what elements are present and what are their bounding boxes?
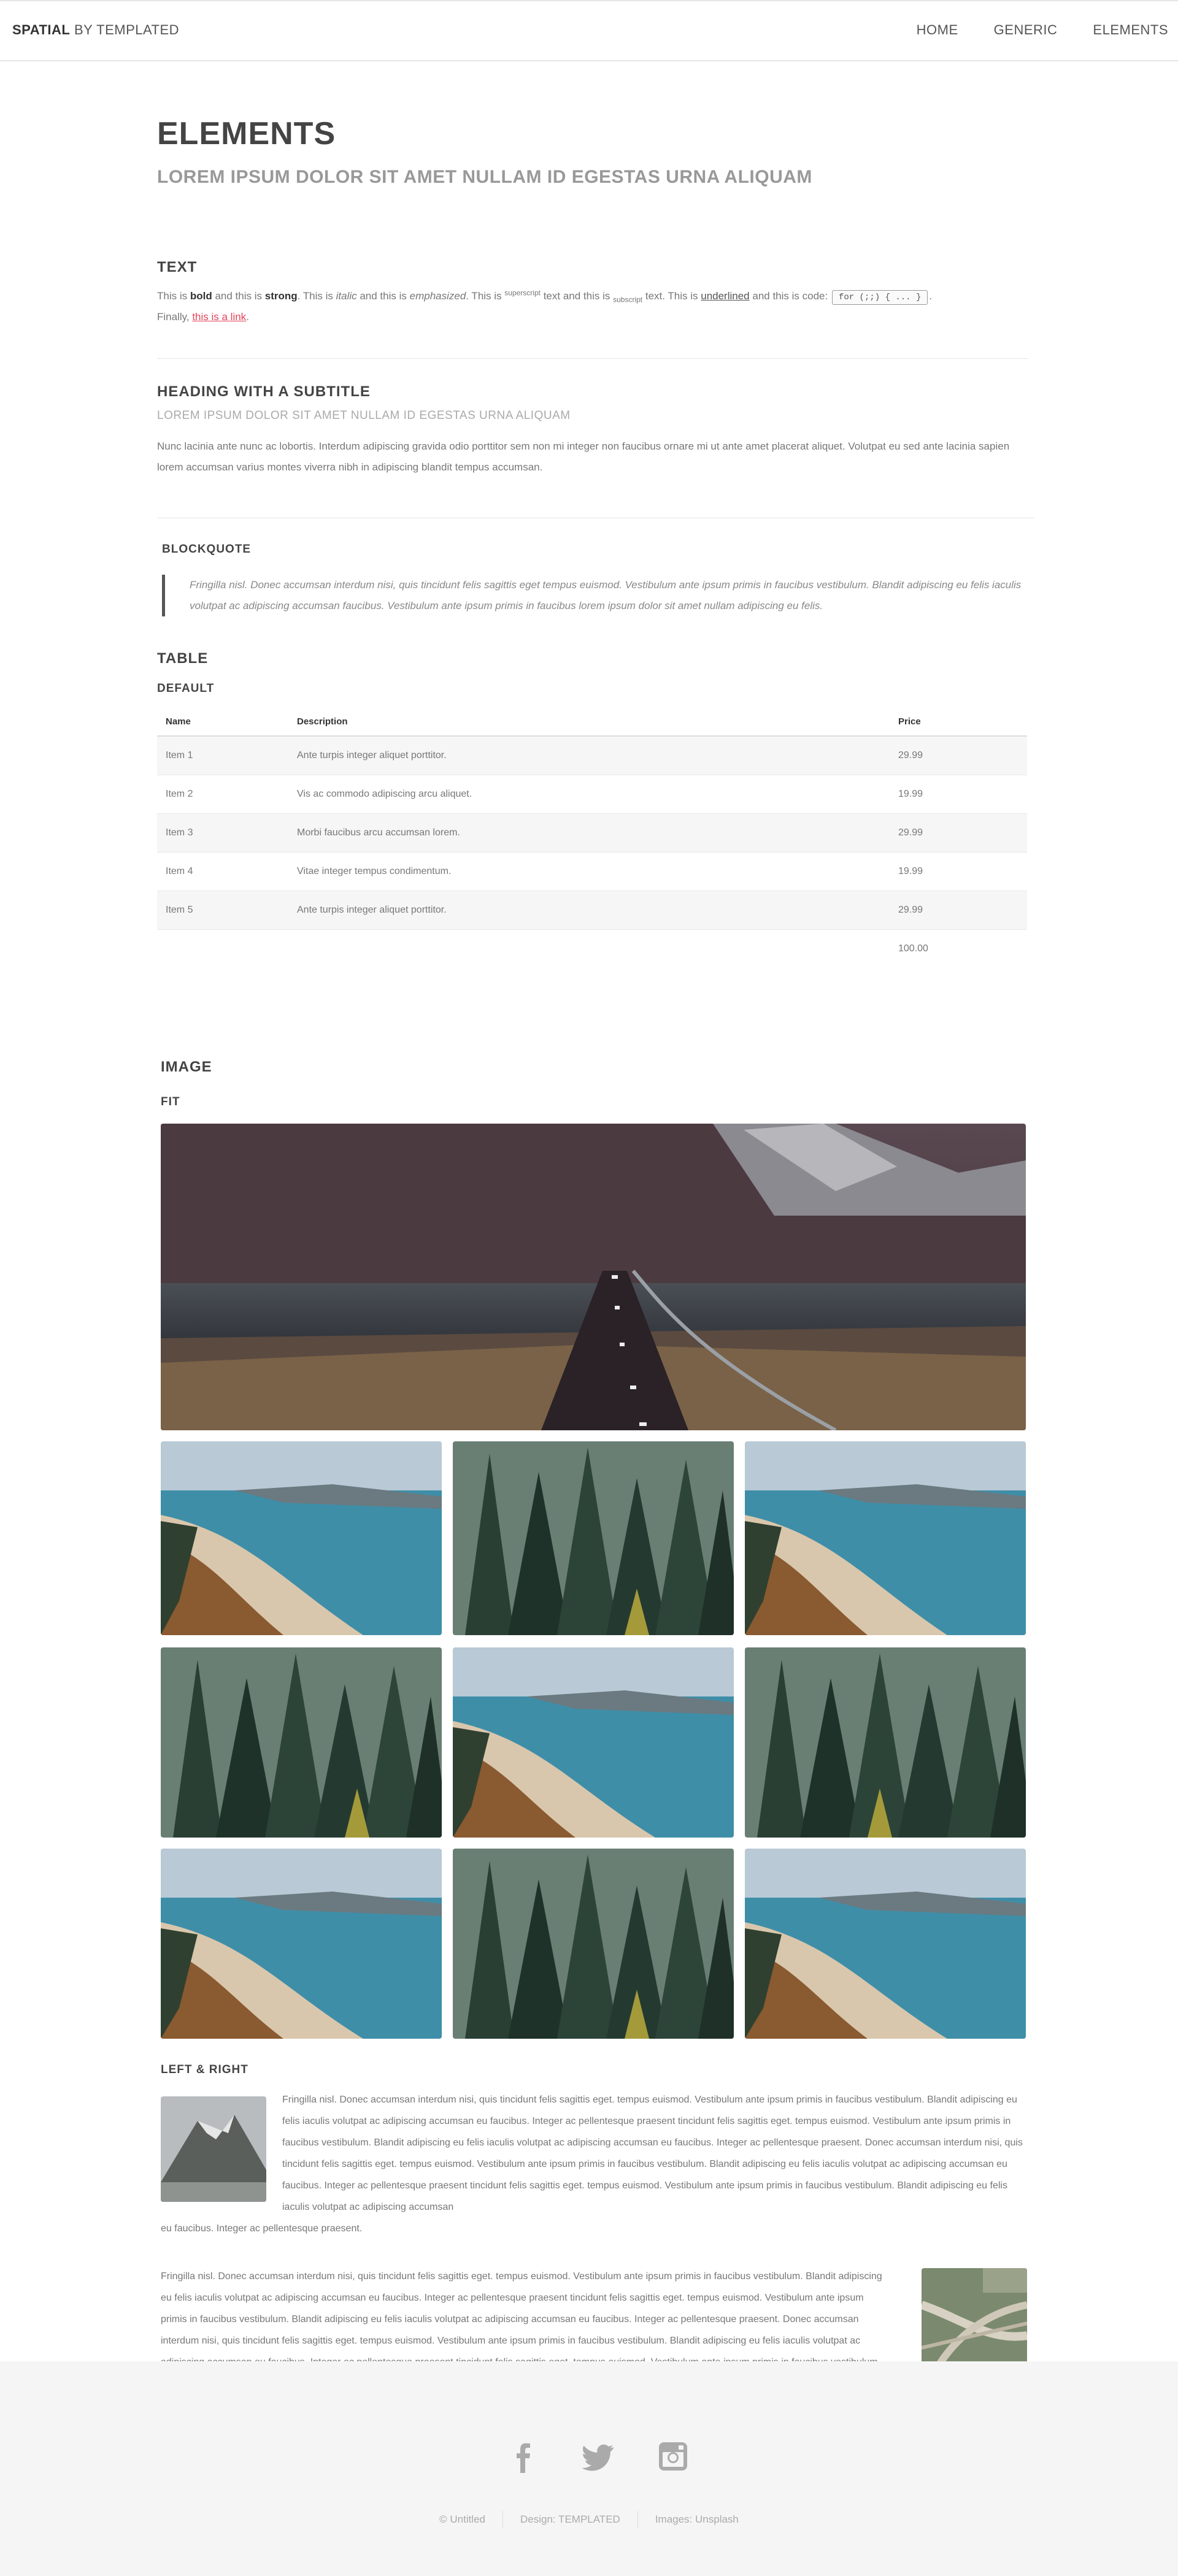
road-landscape-image (161, 1124, 1026, 1430)
nav-home[interactable]: HOME (917, 22, 958, 38)
blockquote-heading: BLOCKQUOTE (162, 543, 252, 556)
image-heading: IMAGE (161, 1059, 212, 1075)
copyright-text: © Untitled (439, 2513, 485, 2525)
site-logo[interactable]: SPATIAL BY TEMPLATED (12, 22, 179, 38)
beach-coast-image (745, 1441, 1026, 1635)
table-row: Item 5 Ante turpis integer aliquet portt… (157, 891, 1027, 930)
text-link[interactable]: this is a link (192, 311, 246, 323)
cell-name: Item 2 (157, 775, 288, 814)
forest-image (453, 1849, 734, 2039)
facebook-icon[interactable] (507, 2440, 540, 2473)
forest-image (161, 1647, 442, 1838)
highway-aerial-thumbnail (922, 2268, 1027, 2374)
table-total: 100.00 (890, 929, 1027, 968)
table-row: Item 1 Ante turpis integer aliquet portt… (157, 736, 1027, 775)
cell-name: Item 5 (157, 891, 288, 930)
site-header: SPATIAL BY TEMPLATED HOME GENERIC ELEMEN… (0, 0, 1178, 61)
logo-bold: SPATIAL (12, 22, 71, 37)
images-credit: Images: Unsplash (637, 2511, 756, 2528)
beach-coast-image (161, 1441, 442, 1635)
subtitle-section: HEADING WITH A SUBTITLE LOREM IPSUM DOLO… (157, 383, 1028, 478)
logo-rest: BY TEMPLATED (70, 22, 180, 37)
beach-coast-image (745, 1849, 1026, 2039)
cell-description: Morbi faucibus arcu accumsan lorem. (288, 813, 890, 853)
column-header-description: Description (288, 708, 890, 737)
cell-name: Item 1 (157, 736, 288, 775)
forest-image (745, 1647, 1026, 1838)
left-right-label: LEFT & RIGHT (161, 2063, 248, 2076)
nav-generic[interactable]: GENERIC (994, 22, 1058, 38)
blockquote-section: BLOCKQUOTE Fringilla nisl. Donec accumsa… (162, 543, 1039, 616)
table-subheading: DEFAULT (157, 682, 215, 695)
cell-description: Ante turpis integer aliquet porttitor. (288, 736, 890, 775)
cell-description: Vitae integer tempus condimentum. (288, 852, 890, 891)
text-heading: TEXT (157, 259, 198, 275)
table-row: Item 3 Morbi faucibus arcu accumsan lore… (157, 813, 1027, 853)
beach-coast-image (161, 1849, 442, 2039)
nav-elements[interactable]: ELEMENTS (1093, 22, 1168, 38)
footer-credits: © Untitled Design: TEMPLATED Images: Uns… (0, 2511, 1178, 2528)
cell-name: Item 4 (157, 852, 288, 891)
cell-description: Ante turpis integer aliquet porttitor. (288, 891, 890, 930)
cell-price: 29.99 (890, 813, 1027, 853)
left-aligned-paragraph: Fringilla nisl. Donec accumsan interdum … (282, 2095, 1023, 2212)
table-header-row: Name Description Price (157, 708, 1027, 737)
table-section: TABLE DEFAULT Name Description Price Ite… (157, 650, 1028, 968)
underlined-text: underlined (701, 290, 750, 302)
main-nav: HOME GENERIC ELEMENTS (881, 22, 1168, 38)
table-heading: TABLE (157, 650, 209, 667)
data-table: Name Description Price Item 1 Ante turpi… (157, 708, 1027, 968)
subtitle-section-heading: HEADING WITH A SUBTITLE (157, 383, 371, 400)
instagram-icon[interactable] (656, 2440, 690, 2473)
left-aligned-paragraph-tail: eu faucibus. Integer ac pellentesque pra… (161, 2223, 363, 2234)
divider (157, 358, 1028, 359)
cell-name: Item 3 (157, 813, 288, 853)
cell-price: 29.99 (890, 891, 1027, 930)
blockquote: Fringilla nisl. Donec accumsan interdum … (162, 575, 1039, 616)
table-footer-row: 100.00 (157, 929, 1027, 968)
text-paragraph: This is bold and this is strong. This is… (157, 288, 933, 323)
table-row: Item 4 Vitae integer tempus condimentum.… (157, 852, 1027, 891)
text-section: TEXT This is bold and this is strong. Th… (157, 259, 1028, 328)
cell-price: 19.99 (890, 852, 1027, 891)
twitter-icon[interactable] (582, 2440, 615, 2473)
column-header-price: Price (890, 708, 1027, 737)
page-title: ELEMENTS (157, 116, 336, 151)
image-fit-label: FIT (161, 1095, 180, 1108)
page-subtitle: LOREM IPSUM DOLOR SIT AMET NULLAM ID EGE… (157, 167, 812, 187)
left-right-section: LEFT & RIGHT Fringilla nisl. Donec accum… (161, 2063, 1027, 2389)
inline-code: for (;;) { ... } (831, 290, 928, 305)
subtitle-section-body: Nunc lacinia ante nunc ac lobortis. Inte… (157, 440, 1010, 473)
mountain-thumbnail (161, 2096, 266, 2202)
cell-price: 29.99 (890, 736, 1027, 775)
italic-text: italic (336, 290, 357, 302)
design-credit: Design: TEMPLATED (502, 2511, 637, 2528)
site-footer: © Untitled Design: TEMPLATED Images: Uns… (0, 2361, 1178, 2576)
social-links (507, 2440, 731, 2473)
beach-coast-image (453, 1647, 734, 1838)
subtitle-section-subtitle: LOREM IPSUM DOLOR SIT AMET NULLAM ID EGE… (157, 409, 571, 422)
cell-price: 19.99 (890, 775, 1027, 814)
bold-text: bold (190, 290, 212, 302)
strong-text: strong (264, 290, 298, 302)
table-row: Item 2 Vis ac commodo adipiscing arcu al… (157, 775, 1027, 814)
superscript-text: superscript (504, 288, 541, 297)
subscript-text: subscript (613, 295, 643, 304)
forest-image (453, 1441, 734, 1635)
cell-description: Vis ac commodo adipiscing arcu aliquet. (288, 775, 890, 814)
emphasized-text: emphasized (409, 290, 466, 302)
column-header-name: Name (157, 708, 288, 737)
